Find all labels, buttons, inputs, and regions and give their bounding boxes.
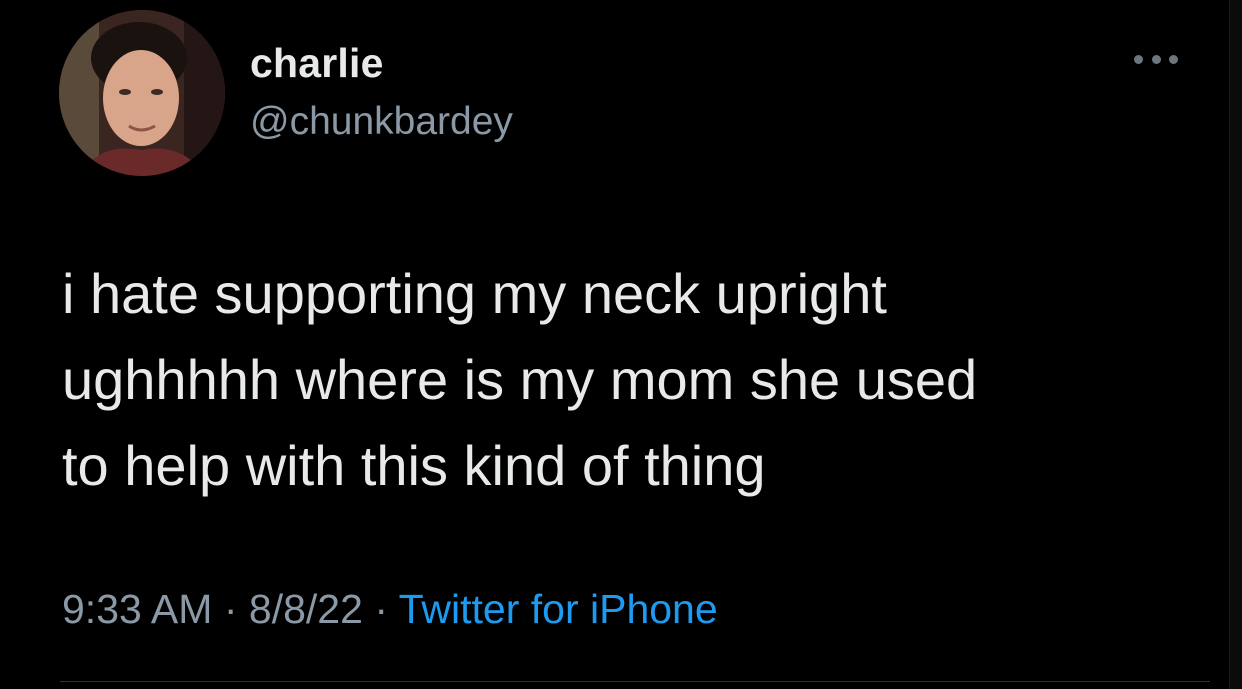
dot-1	[1134, 54, 1143, 64]
tweet-text: i hate supporting my neck upright ughhhh…	[62, 262, 978, 497]
dot-3	[1169, 54, 1178, 64]
divider	[60, 681, 1210, 682]
author-handle[interactable]: @chunkbardey	[250, 100, 513, 144]
meta-separator: ·	[223, 586, 238, 632]
tweet-source-link[interactable]: Twitter for iPhone	[399, 586, 718, 632]
avatar-photo	[59, 10, 225, 176]
dot-2	[1151, 54, 1161, 64]
tweet-date[interactable]: 8/8/22	[249, 586, 363, 632]
author-display-name[interactable]: charlie	[250, 40, 384, 87]
avatar[interactable]	[59, 10, 225, 176]
tweet-time[interactable]: 9:33 AM	[62, 586, 212, 632]
meta-separator: ·	[374, 586, 388, 632]
right-edge-strip	[1229, 0, 1242, 689]
more-options-icon[interactable]	[1134, 44, 1178, 74]
tweet-metadata: 9:33 AM · 8/8/22 · Twitter for iPhone	[62, 586, 718, 633]
tweet-card: charlie @chunkbardey i hate supporting m…	[0, 0, 1242, 689]
